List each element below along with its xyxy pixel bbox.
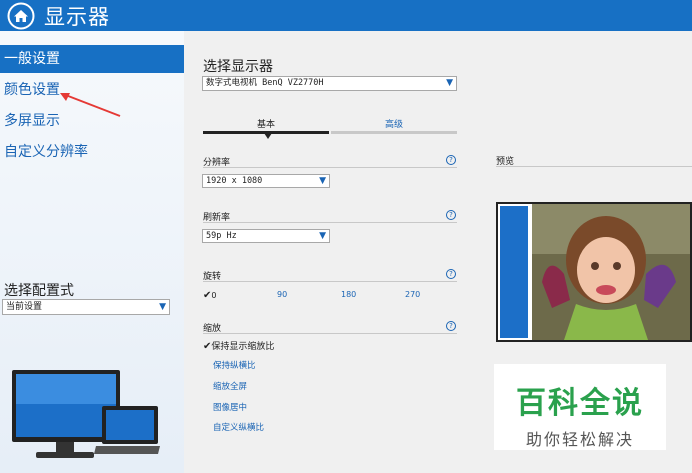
chevron-down-icon: ▼ (319, 176, 326, 186)
tab-basic[interactable]: 基本 (203, 117, 329, 130)
help-icon[interactable]: ? (446, 269, 456, 279)
rotation-option-label: 0 (211, 291, 217, 300)
scaling-option-center[interactable]: 图像居中 (213, 401, 247, 413)
main-panel: 选择显示器 数字式电视机 BenQ VZ2770H ▼ 基本 高级 分辨率 ? … (184, 31, 692, 473)
scaling-option-keep-aspect[interactable]: 保持纵横比 (213, 359, 256, 371)
chevron-down-icon: ▼ (159, 302, 166, 312)
rotation-option-0[interactable]: ✔0 (203, 290, 216, 301)
watermark-subtitle: 助你轻松解决 (525, 430, 634, 449)
monitor-select-value: 数字式电视机 BenQ VZ2770H (206, 78, 324, 88)
chevron-down-icon: ▼ (446, 78, 453, 88)
divider (203, 333, 457, 334)
scaling-option-custom-aspect[interactable]: 自定义纵横比 (213, 421, 264, 433)
preview-image (498, 204, 690, 340)
resolution-select[interactable]: 1920 x 1080 ▼ (202, 174, 330, 188)
rotation-option-90[interactable]: 90 (277, 290, 287, 299)
keep-scaling-label: 保持显示缩放比 (211, 342, 275, 352)
sidebar-item-general[interactable]: 一般设置 (0, 45, 184, 73)
select-monitor-title: 选择显示器 (203, 59, 273, 75)
divider (203, 222, 457, 223)
home-icon[interactable] (6, 1, 36, 31)
refresh-rate-select[interactable]: 59p Hz ▼ (202, 229, 330, 243)
profile-select-value: 当前设置 (6, 302, 43, 312)
refresh-rate-value: 59p Hz (206, 231, 237, 241)
sidebar-item-custom-resolution[interactable]: 自定义分辨率 (0, 138, 184, 166)
keep-scaling-checkbox[interactable]: ✔保持显示缩放比 (203, 339, 274, 352)
sidebar: 一般设置 颜色设置 多屏显示 自定义分辨率 选择配置式 当前设置 ▼ (0, 31, 184, 473)
divider (203, 167, 457, 168)
rotation-option-180[interactable]: 180 (341, 290, 356, 299)
profile-select[interactable]: 当前设置 ▼ (2, 299, 170, 315)
help-icon[interactable]: ? (446, 321, 456, 331)
help-icon[interactable]: ? (446, 210, 456, 220)
tab-advanced[interactable]: 高级 (331, 117, 457, 130)
divider (203, 281, 457, 282)
tab-pointer-icon (264, 133, 272, 139)
profile-label: 选择配置式 (4, 283, 74, 299)
scaling-option-full-screen[interactable]: 缩放全屏 (213, 380, 247, 392)
watermark-title: 百科全说 (516, 386, 644, 421)
help-icon[interactable]: ? (446, 155, 456, 165)
divider (496, 166, 692, 167)
resolution-value: 1920 x 1080 (206, 176, 263, 186)
annotation-arrow (60, 93, 121, 117)
window-title: 显示器 (44, 4, 110, 29)
chevron-down-icon: ▼ (319, 231, 326, 241)
rotation-option-270[interactable]: 270 (405, 290, 420, 299)
watermark: 百科全说 助你轻松解决 (494, 364, 666, 450)
monitor-select[interactable]: 数字式电视机 BenQ VZ2770H ▼ (202, 76, 457, 91)
monitor-laptop-icon (12, 370, 160, 458)
preview-panel (496, 202, 692, 342)
tab-advanced-underline (331, 131, 457, 134)
title-bar: 显示器 (0, 0, 692, 31)
